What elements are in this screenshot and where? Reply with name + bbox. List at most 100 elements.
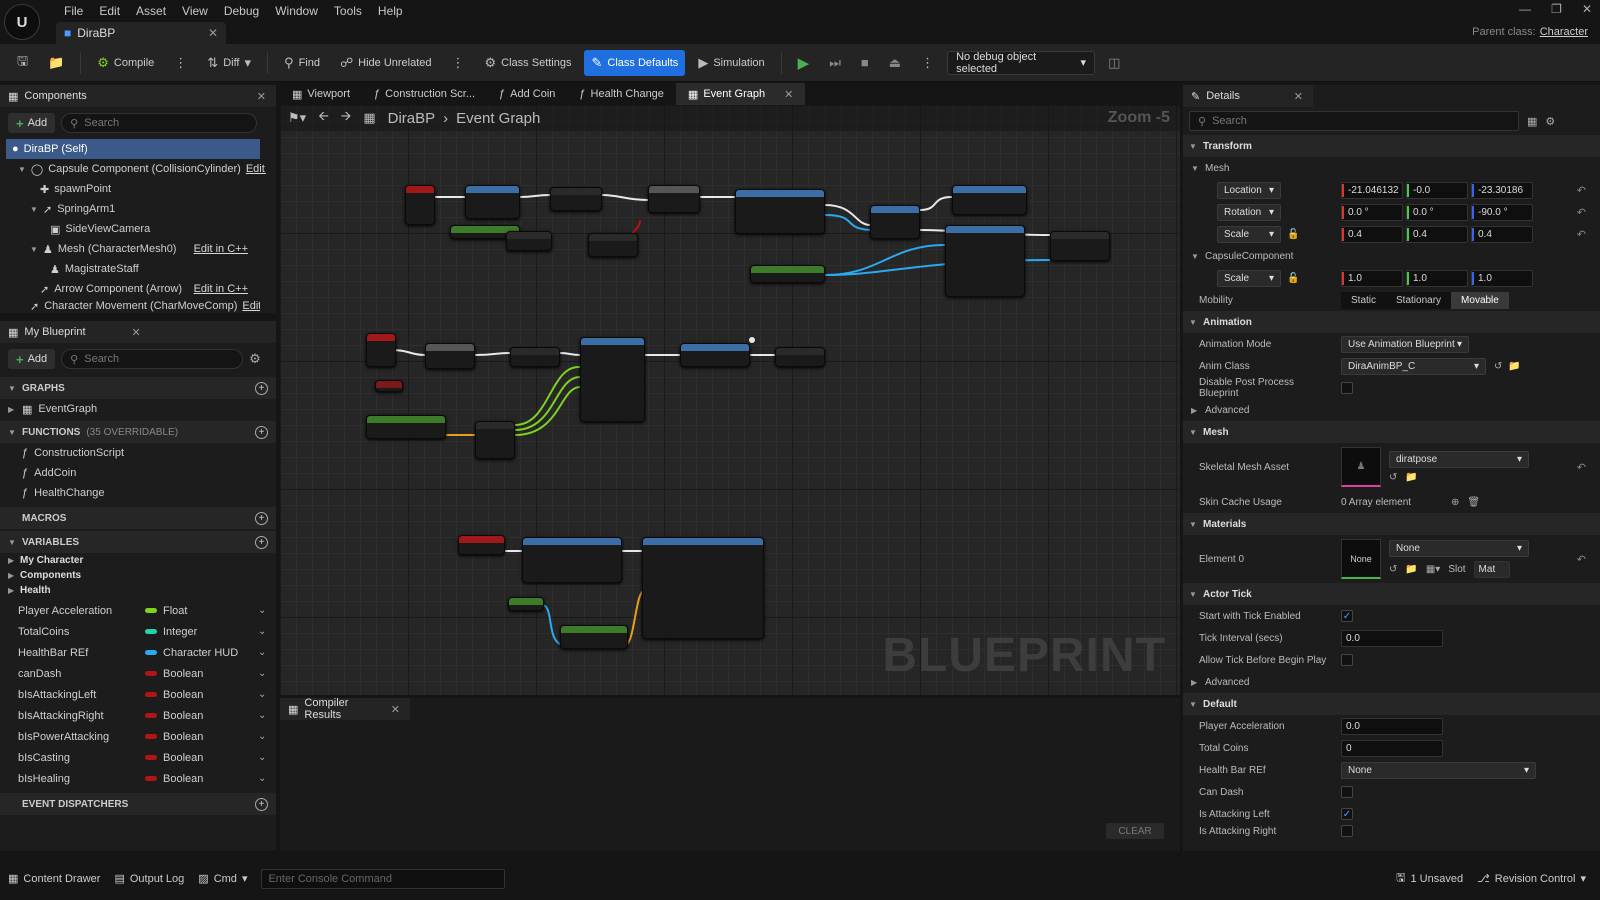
folder-icon[interactable]: 📁 bbox=[1405, 472, 1417, 483]
stop-button[interactable]: ■ bbox=[854, 50, 876, 76]
attacking-right-checkbox[interactable] bbox=[1341, 825, 1353, 837]
animation-advanced[interactable]: ▶ Advanced bbox=[1183, 399, 1600, 421]
reset-icon[interactable]: ↶ bbox=[1577, 228, 1586, 241]
tab-health-change[interactable]: ƒ Health Change bbox=[567, 83, 676, 105]
rotation-z-field[interactable]: -90.0 ° bbox=[1471, 203, 1533, 221]
table-view-icon[interactable]: ▦ bbox=[1527, 115, 1537, 128]
compare-node[interactable] bbox=[506, 231, 552, 251]
unreal-logo-icon[interactable]: U bbox=[4, 4, 40, 40]
set-input-mode-node[interactable] bbox=[945, 225, 1025, 297]
reset-icon[interactable]: ↶ bbox=[1577, 461, 1586, 474]
event-graph-canvas[interactable]: ⚑▾ 🡨 🡪 ▦ DiraBP › Event Graph Zoom -5 BL… bbox=[280, 105, 1180, 695]
scale-z-field[interactable]: 0.4 bbox=[1471, 225, 1533, 243]
material-options-icon[interactable]: ▦▾ bbox=[1426, 564, 1440, 575]
trash-icon[interactable]: 🗑 bbox=[1467, 497, 1480, 508]
add-function-icon[interactable]: + bbox=[255, 425, 268, 439]
browse-icon[interactable]: ↺ bbox=[1494, 361, 1502, 372]
section-default[interactable]: ▼ Default bbox=[1183, 693, 1600, 715]
tick-enabled-checkbox[interactable]: ✓ bbox=[1341, 610, 1353, 622]
tab-event-graph[interactable]: ▦ Event Graph ✕ bbox=[675, 83, 806, 105]
menu-tools[interactable]: Tools bbox=[326, 3, 370, 19]
mobility-movable[interactable]: Movable bbox=[1451, 291, 1509, 309]
section-macros[interactable]: MACROS + bbox=[0, 507, 276, 529]
reset-icon[interactable]: ↶ bbox=[1577, 553, 1586, 566]
class-settings-button[interactable]: ⚙ Class Settings bbox=[478, 50, 579, 76]
debug-object-select[interactable]: No debug object selected ▾ bbox=[947, 50, 1096, 75]
get-player-controller-node[interactable] bbox=[750, 265, 825, 283]
gear-icon[interactable]: ⚙ bbox=[1545, 115, 1555, 128]
section-transform[interactable]: ▼ Transform bbox=[1183, 135, 1600, 157]
mobility-stationary[interactable]: Stationary bbox=[1386, 291, 1452, 309]
edit-link[interactable]: Edit i bbox=[246, 163, 266, 175]
tab-add-coin[interactable]: ƒ Add Coin bbox=[487, 83, 567, 105]
create-widget-node[interactable] bbox=[735, 189, 825, 234]
can-dash-checkbox[interactable] bbox=[1341, 786, 1353, 798]
tree-item-springarm[interactable]: ▼ ➚ SpringArm1 bbox=[6, 199, 260, 219]
add-macro-icon[interactable]: + bbox=[255, 511, 268, 525]
chevron-down-icon[interactable]: ⌄ bbox=[258, 731, 266, 742]
input-event-node[interactable] bbox=[366, 333, 396, 367]
capsule-scale-y-field[interactable]: 1.0 bbox=[1406, 269, 1468, 287]
class-defaults-button[interactable]: ✎ Class Defaults bbox=[584, 49, 686, 76]
menu-debug[interactable]: Debug bbox=[216, 3, 267, 19]
tree-item-staff[interactable]: ♟ MagistrateStaff bbox=[6, 259, 260, 279]
add-component-button[interactable]: + Add bbox=[8, 113, 56, 133]
section-actor-tick[interactable]: ▼ Actor Tick bbox=[1183, 583, 1600, 605]
variable-category[interactable]: ▶ Components bbox=[0, 568, 276, 583]
variable-row[interactable]: bIsHealing Boolean ⌄ bbox=[0, 768, 276, 789]
section-materials[interactable]: ▼ Materials bbox=[1183, 513, 1600, 535]
clear-button[interactable]: CLEAR bbox=[1106, 823, 1164, 839]
revision-control-button[interactable]: ⎇ Revision Control ▾ bbox=[1477, 872, 1586, 886]
skeletal-mesh-thumbnail[interactable]: ♟ bbox=[1341, 447, 1381, 487]
get-velocity-node[interactable] bbox=[366, 415, 446, 439]
hide-unrelated-button[interactable]: ☍ Hide Unrelated bbox=[333, 50, 439, 76]
edit-link[interactable]: Edit in C++ bbox=[194, 243, 260, 255]
console-command-input[interactable]: Enter Console Command bbox=[261, 868, 506, 889]
rotation-y-field[interactable]: 0.0 ° bbox=[1406, 203, 1468, 221]
details-search-input[interactable]: ⚲ Search bbox=[1189, 111, 1519, 131]
chevron-down-icon[interactable]: ⌄ bbox=[258, 710, 266, 721]
location-y-field[interactable]: -0.0 bbox=[1406, 181, 1468, 199]
scale-x-field[interactable]: 0.4 bbox=[1341, 225, 1403, 243]
close-icon[interactable]: ✕ bbox=[1294, 90, 1303, 103]
function-item[interactable]: ƒ AddCoin bbox=[0, 463, 276, 483]
folder-icon[interactable]: 📁 bbox=[1508, 361, 1520, 372]
variable-row[interactable]: Player Acceleration Float ⌄ bbox=[0, 600, 276, 621]
scale-mode-dropdown[interactable]: Scale ▾ bbox=[1217, 225, 1281, 243]
variable-category[interactable]: ▶ Health bbox=[0, 583, 276, 598]
tree-item-camera[interactable]: ▣ SideViewCamera bbox=[6, 219, 260, 239]
section-variables[interactable]: ▼ VARIABLES + bbox=[0, 531, 276, 553]
eject-button[interactable]: ⏏ bbox=[882, 50, 908, 76]
reset-icon[interactable]: ↶ bbox=[1577, 206, 1586, 219]
chevron-down-icon[interactable]: ⌄ bbox=[258, 752, 266, 763]
scale-y-field[interactable]: 0.4 bbox=[1406, 225, 1468, 243]
menu-window[interactable]: Window bbox=[267, 3, 326, 19]
variable-row[interactable]: canDash Boolean ⌄ bbox=[0, 663, 276, 684]
gear-icon[interactable]: ⚙ bbox=[249, 351, 261, 367]
can-dash-getter-node[interactable] bbox=[375, 380, 403, 392]
rotation-x-field[interactable]: 0.0 ° bbox=[1341, 203, 1403, 221]
unsaved-button[interactable]: 🖫 1 Unsaved bbox=[1396, 869, 1463, 888]
compiler-results-tab[interactable]: ▦ Compiler Results ✕ bbox=[280, 697, 410, 721]
tree-item-capsule[interactable]: ▼ ◯ Capsule Component (CollisionCylinder) E… bbox=[6, 159, 266, 179]
variable-category[interactable]: ▶ My Character bbox=[0, 553, 276, 568]
tick-interval-field[interactable]: 0.0 bbox=[1341, 629, 1443, 647]
break-vector-node[interactable] bbox=[475, 421, 515, 459]
actor-tick-advanced[interactable]: ▶ Advanced bbox=[1183, 671, 1600, 693]
capsule-scale-z-field[interactable]: 1.0 bbox=[1471, 269, 1533, 287]
health-bar-dropdown[interactable]: None ▾ bbox=[1341, 761, 1536, 779]
edit-link[interactable]: Edit in C++ bbox=[194, 283, 260, 295]
total-coins-field[interactable]: 0 bbox=[1341, 739, 1443, 757]
capsule-scale-x-field[interactable]: 1.0 bbox=[1341, 269, 1403, 287]
event-node[interactable] bbox=[405, 185, 435, 225]
maximize-icon[interactable]: ❐ bbox=[1551, 2, 1562, 16]
tab-construction-script[interactable]: ƒ Construction Scr... bbox=[362, 83, 487, 105]
hide-options-button[interactable]: ⋮ bbox=[445, 50, 472, 76]
material-dropdown[interactable]: None ▾ bbox=[1389, 540, 1529, 557]
play-options-button[interactable]: ⋮ bbox=[914, 50, 941, 76]
reset-icon[interactable]: ↶ bbox=[1577, 184, 1586, 197]
add-element-icon[interactable]: ⊕ bbox=[1451, 497, 1459, 508]
section-mesh[interactable]: ▼ Mesh bbox=[1183, 421, 1600, 443]
tree-item-self[interactable]: ● DiraBP (Self) bbox=[6, 139, 260, 159]
cmd-dropdown[interactable]: ▨ Cmd ▾ bbox=[198, 872, 247, 886]
